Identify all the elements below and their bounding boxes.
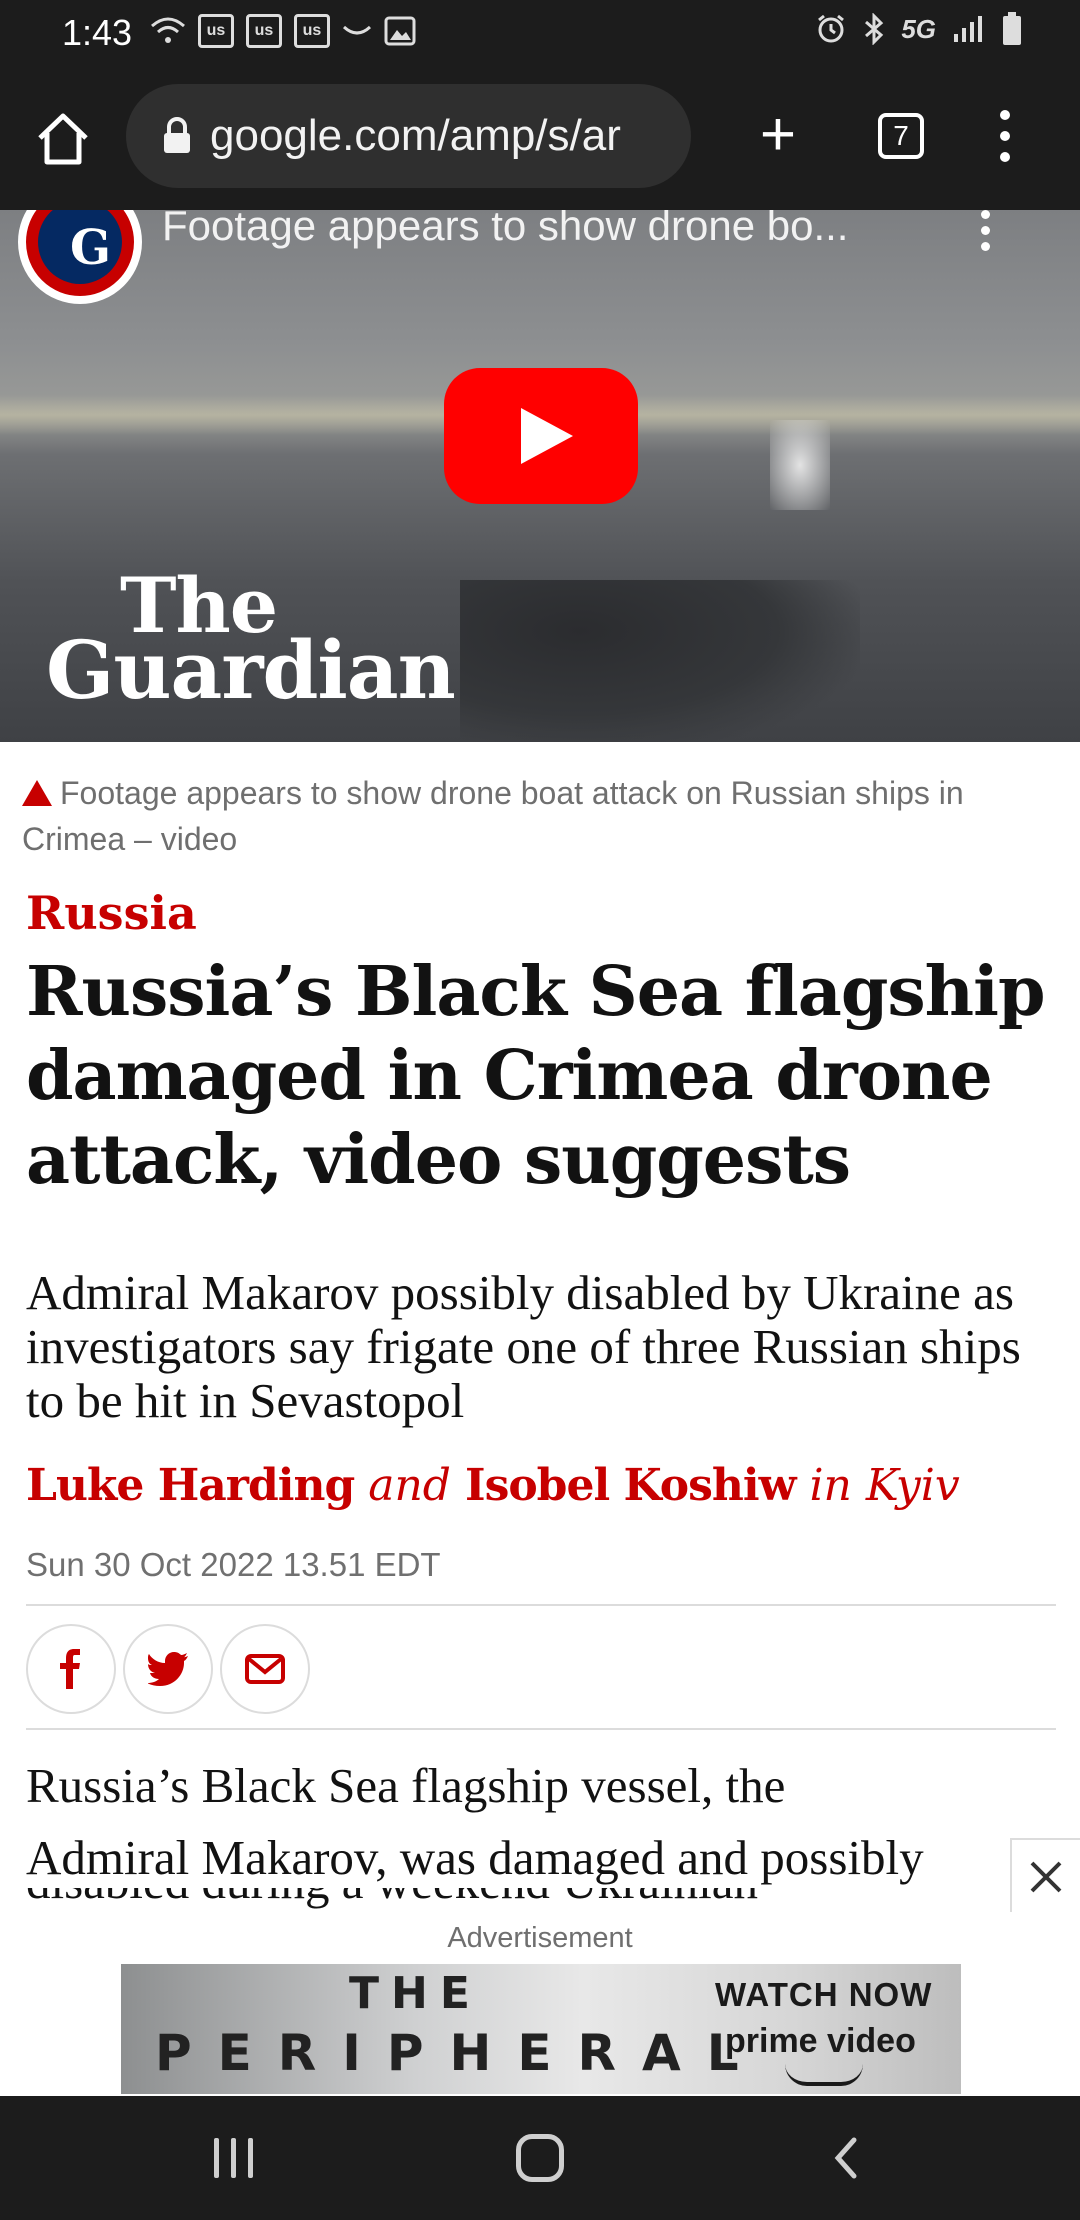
home-icon[interactable] (32, 108, 94, 170)
signal-icon (954, 16, 982, 42)
divider (26, 1728, 1056, 1730)
alarm-icon (818, 14, 845, 43)
byline: Luke Harding and Isobel Koshiw in Kyiv (26, 1460, 960, 1511)
byline-conjunction: and (368, 1460, 451, 1511)
recents-button[interactable] (214, 2138, 253, 2178)
new-tab-button[interactable]: + (748, 102, 808, 172)
tab-switcher-button[interactable]: 7 (878, 113, 924, 159)
author-link[interactable]: Luke Harding (26, 1460, 355, 1511)
bluetooth-icon (865, 13, 884, 45)
battery-icon (1003, 12, 1021, 45)
gallery-icon (384, 16, 416, 46)
browser-toolbar: google.com/amp/s/ar + 7 (0, 66, 1080, 210)
status-time: 1:43 (62, 12, 133, 53)
back-icon[interactable] (826, 2136, 870, 2180)
video-boat (460, 580, 860, 742)
share-facebook-button[interactable] (26, 1624, 116, 1714)
close-icon (1030, 1861, 1062, 1893)
news-app-icon: us (294, 14, 330, 48)
article-body: Russia’s Black Sea flagship vessel, the … (26, 1750, 1080, 1894)
ad-title: PERIPHERAL (155, 2024, 765, 2082)
body-line: Russia’s Black Sea flagship vessel, the (26, 1758, 786, 1813)
twitter-icon (148, 1652, 188, 1686)
play-button[interactable] (444, 368, 638, 504)
facebook-icon (60, 1649, 80, 1689)
ad-brand: prime video (725, 2022, 916, 2060)
body-line: Admiral Makarov, was damaged and possibl… (26, 1830, 924, 1885)
network-type-label: 5G (901, 13, 936, 44)
video-splash (770, 420, 830, 510)
article-headline: Russia’s Black Sea flagship damaged in C… (26, 952, 1046, 1200)
video-caption: Footage appears to show drone boat attac… (22, 775, 964, 857)
share-email-button[interactable] (220, 1624, 310, 1714)
status-bar: 1:43 us us us 5G (0, 0, 1080, 66)
news-app-icon: us (198, 14, 234, 48)
video-player[interactable]: G Footage appears to show drone bo... Th… (0, 210, 1080, 742)
ad-title: THE (349, 1968, 482, 2019)
close-ad-button[interactable] (1010, 1838, 1080, 1916)
news-app-icon: us (246, 14, 282, 48)
play-icon (521, 408, 573, 464)
ad-cta[interactable]: WATCH NOW (715, 1976, 932, 2014)
url-text[interactable]: google.com/amp/s/ar (210, 111, 621, 161)
body-line-partial: disabled during a weekend Ukrainian (26, 1888, 1006, 1912)
address-bar[interactable]: google.com/amp/s/ar (126, 84, 691, 188)
channel-avatar[interactable]: G (18, 210, 142, 304)
article-standfirst: Admiral Makarov possibly disabled by Ukr… (26, 1265, 1021, 1428)
ad-label: Advertisement (447, 1922, 633, 1954)
home-button[interactable] (516, 2134, 564, 2182)
share-twitter-button[interactable] (123, 1624, 213, 1714)
byline-location: in Kyiv (809, 1460, 960, 1511)
email-icon (245, 1654, 285, 1684)
publish-date: Sun 30 Oct 2022 13.51 EDT (26, 1546, 441, 1583)
author-link[interactable]: Isobel Koshiw (465, 1460, 796, 1511)
ad-banner[interactable]: THE PERIPHERAL WATCH NOW prime video (121, 1964, 961, 2094)
amazon-smile-icon (342, 25, 372, 35)
system-nav-bar (0, 2096, 1080, 2220)
video-title[interactable]: Footage appears to show drone bo... (162, 210, 848, 250)
guardian-logo: The Guardian (46, 561, 456, 717)
video-more-button[interactable] (978, 210, 992, 254)
notification-icons: us us us (150, 14, 416, 48)
wifi-icon (151, 17, 185, 43)
lock-icon (164, 117, 190, 153)
advertisement: Advertisement THE PERIPHERAL WATCH NOW p… (0, 1912, 1080, 2096)
divider (26, 1604, 1056, 1606)
prime-smile-icon (785, 2064, 863, 2086)
section-kicker[interactable]: Russia (26, 886, 197, 940)
browser-menu-button[interactable] (992, 110, 1018, 170)
triangle-icon (22, 780, 52, 806)
system-status-icons: 5G (815, 12, 1022, 46)
